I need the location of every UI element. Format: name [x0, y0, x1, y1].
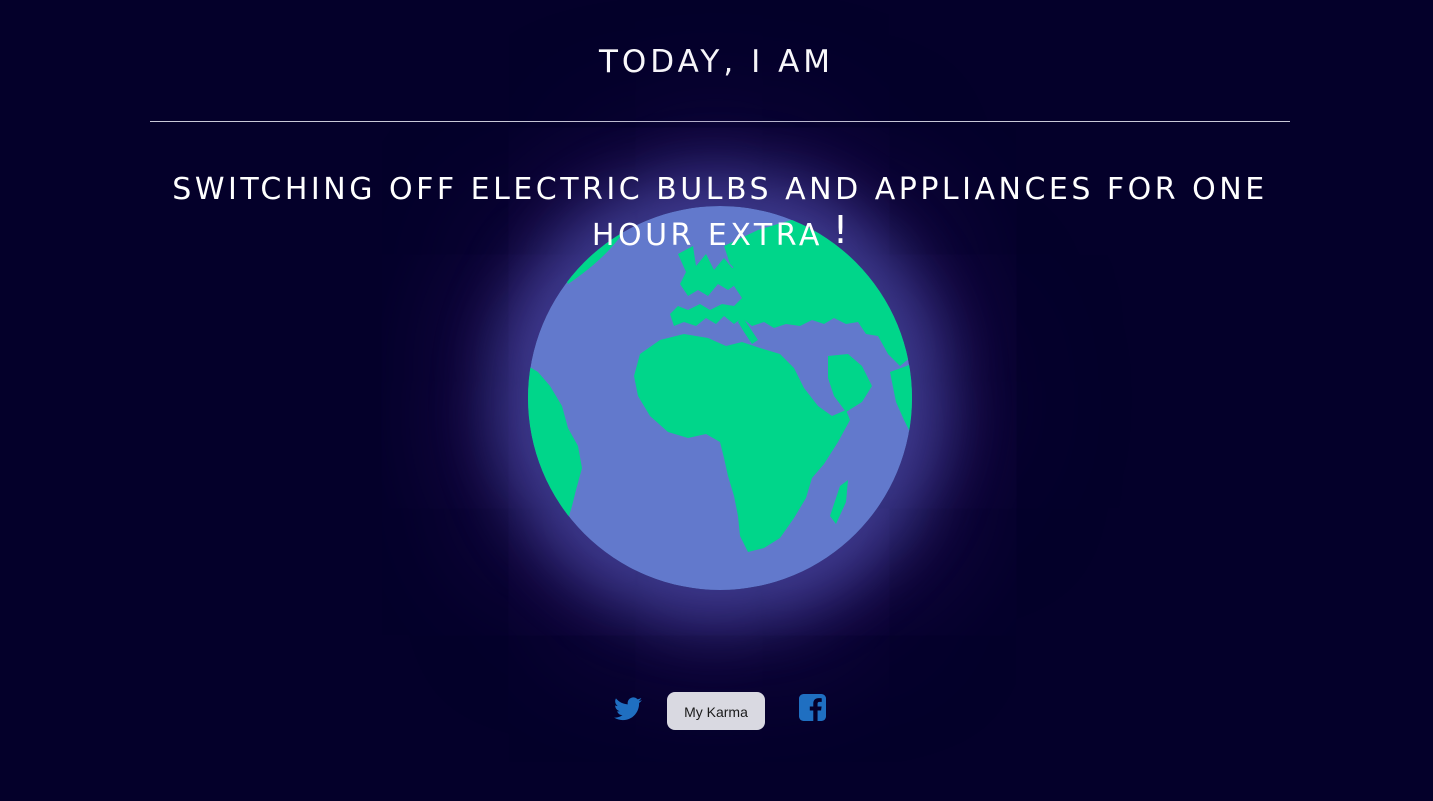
action-statement: SWITCHING OFF ELECTRIC BULBS AND APPLIAN…: [170, 168, 1270, 257]
page: TODAY, I AM SWITCHING OFF ELECTRIC BULBS…: [0, 0, 1433, 801]
twitter-icon[interactable]: [614, 697, 642, 721]
facebook-icon[interactable]: [799, 694, 826, 721]
my-karma-button[interactable]: My Karma: [667, 692, 765, 730]
divider: [150, 121, 1290, 122]
page-title: TODAY, I AM: [598, 44, 835, 80]
earth-globe-icon: [528, 206, 912, 590]
action-text: SWITCHING OFF ELECTRIC BULBS AND APPLIAN…: [172, 172, 1268, 253]
share-bar: My Karma: [0, 692, 1433, 730]
exclamation-mark: !: [832, 208, 849, 252]
